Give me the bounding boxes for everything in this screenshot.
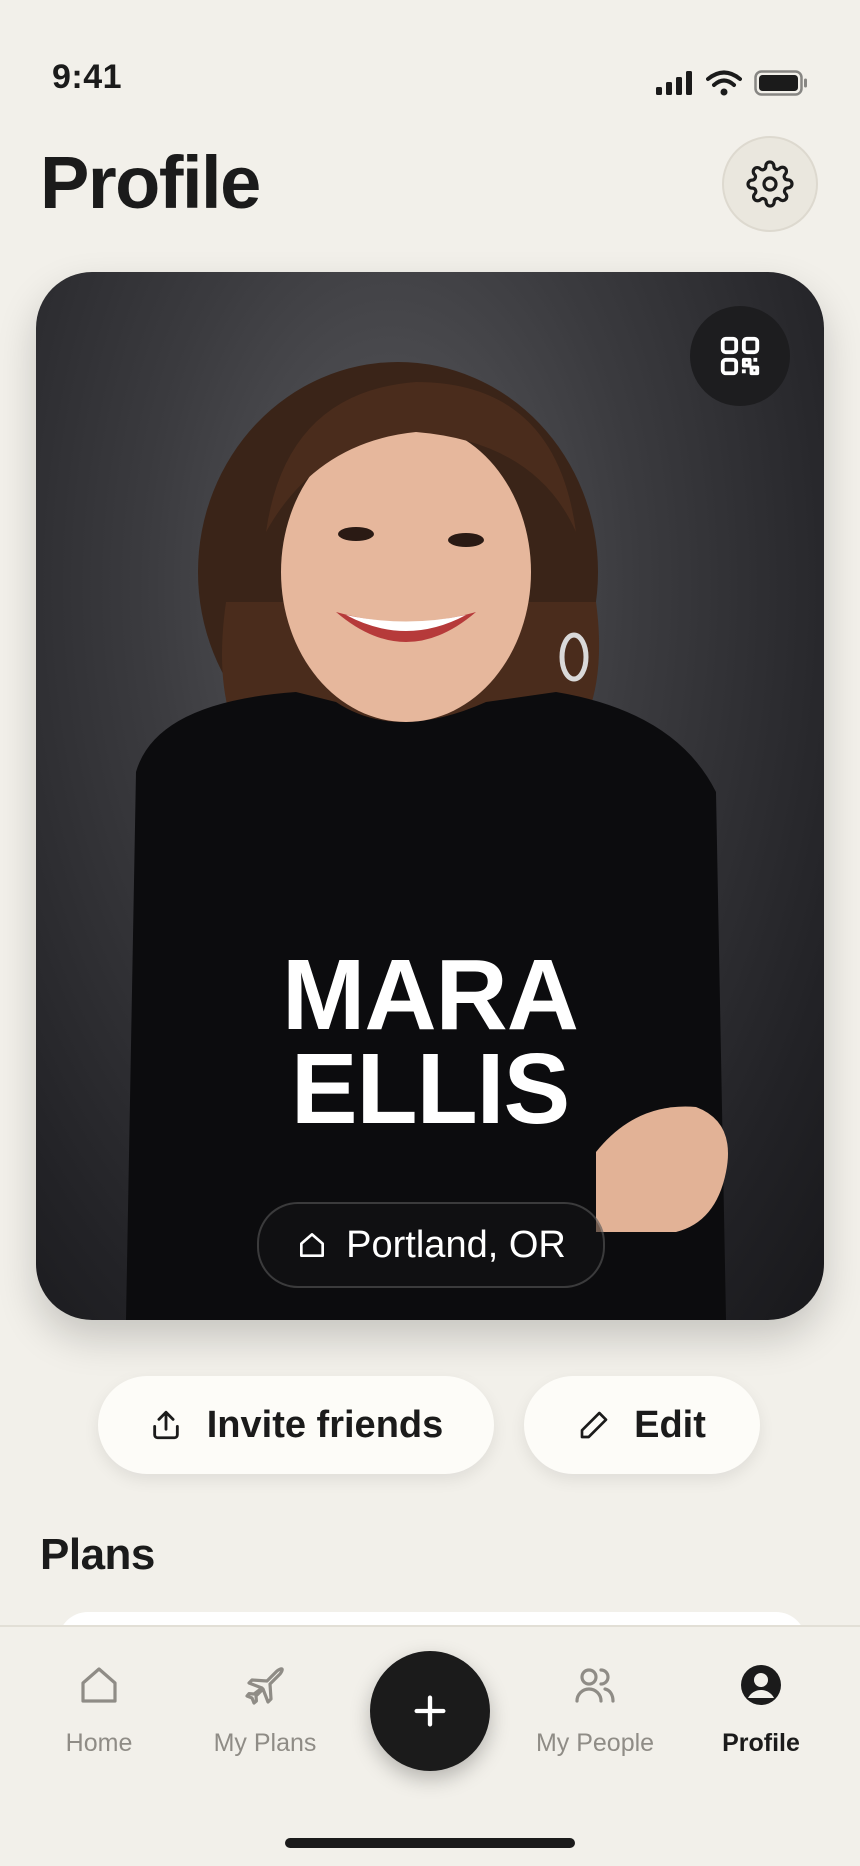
page-title: Profile bbox=[40, 141, 261, 224]
settings-button[interactable] bbox=[722, 136, 818, 232]
tab-home[interactable]: Home bbox=[14, 1657, 184, 1758]
qr-code-icon bbox=[720, 336, 760, 376]
plus-icon bbox=[414, 1695, 446, 1727]
tab-my-people[interactable]: My People bbox=[510, 1657, 680, 1758]
invite-friends-button[interactable]: Invite friends bbox=[98, 1376, 494, 1474]
tab-my-plans-label: My Plans bbox=[213, 1729, 317, 1757]
profile-card[interactable]: MARA ELLIS Portland, OR bbox=[36, 272, 824, 1320]
home-indicator bbox=[285, 1838, 575, 1848]
invite-friends-label: Invite friends bbox=[206, 1403, 444, 1446]
status-bar: 9:41 bbox=[0, 0, 860, 110]
home-icon bbox=[300, 1233, 325, 1257]
share-icon bbox=[153, 1410, 179, 1440]
tab-home-label: Home bbox=[65, 1729, 133, 1757]
tab-my-people-label: My People bbox=[535, 1729, 655, 1757]
profile-first-name: MARA bbox=[282, 939, 579, 1051]
create-plan-button[interactable] bbox=[370, 1651, 490, 1771]
tab-my-plans[interactable]: My Plans bbox=[180, 1657, 350, 1758]
status-icons bbox=[656, 70, 808, 96]
status-time: 9:41 bbox=[52, 58, 123, 96]
location-text: Portland, OR bbox=[346, 1223, 566, 1266]
wifi-icon bbox=[706, 70, 742, 96]
edit-button[interactable]: Edit bbox=[524, 1376, 760, 1474]
signal-icon bbox=[656, 71, 692, 95]
gear-icon bbox=[746, 160, 794, 208]
plans-heading: Plans bbox=[40, 1530, 155, 1579]
profile-name: MARA ELLIS bbox=[36, 939, 824, 1145]
location-pill: Portland, OR bbox=[257, 1202, 605, 1288]
profile-last-name: ELLIS bbox=[290, 1033, 570, 1145]
profile-icon bbox=[741, 1665, 781, 1705]
edit-label: Edit bbox=[634, 1403, 706, 1446]
tab-profile[interactable]: Profile bbox=[676, 1657, 846, 1758]
home-icon bbox=[81, 1667, 117, 1703]
qr-code-button[interactable] bbox=[690, 306, 790, 406]
tab-bar: Home My Plans My People Profile bbox=[0, 1625, 860, 1866]
pencil-icon bbox=[580, 1411, 608, 1439]
profile-photo bbox=[126, 362, 728, 1320]
tab-profile-label: Profile bbox=[722, 1729, 800, 1757]
people-icon bbox=[575, 1668, 615, 1703]
battery-icon bbox=[754, 70, 807, 96]
airplane-icon bbox=[245, 1667, 284, 1705]
